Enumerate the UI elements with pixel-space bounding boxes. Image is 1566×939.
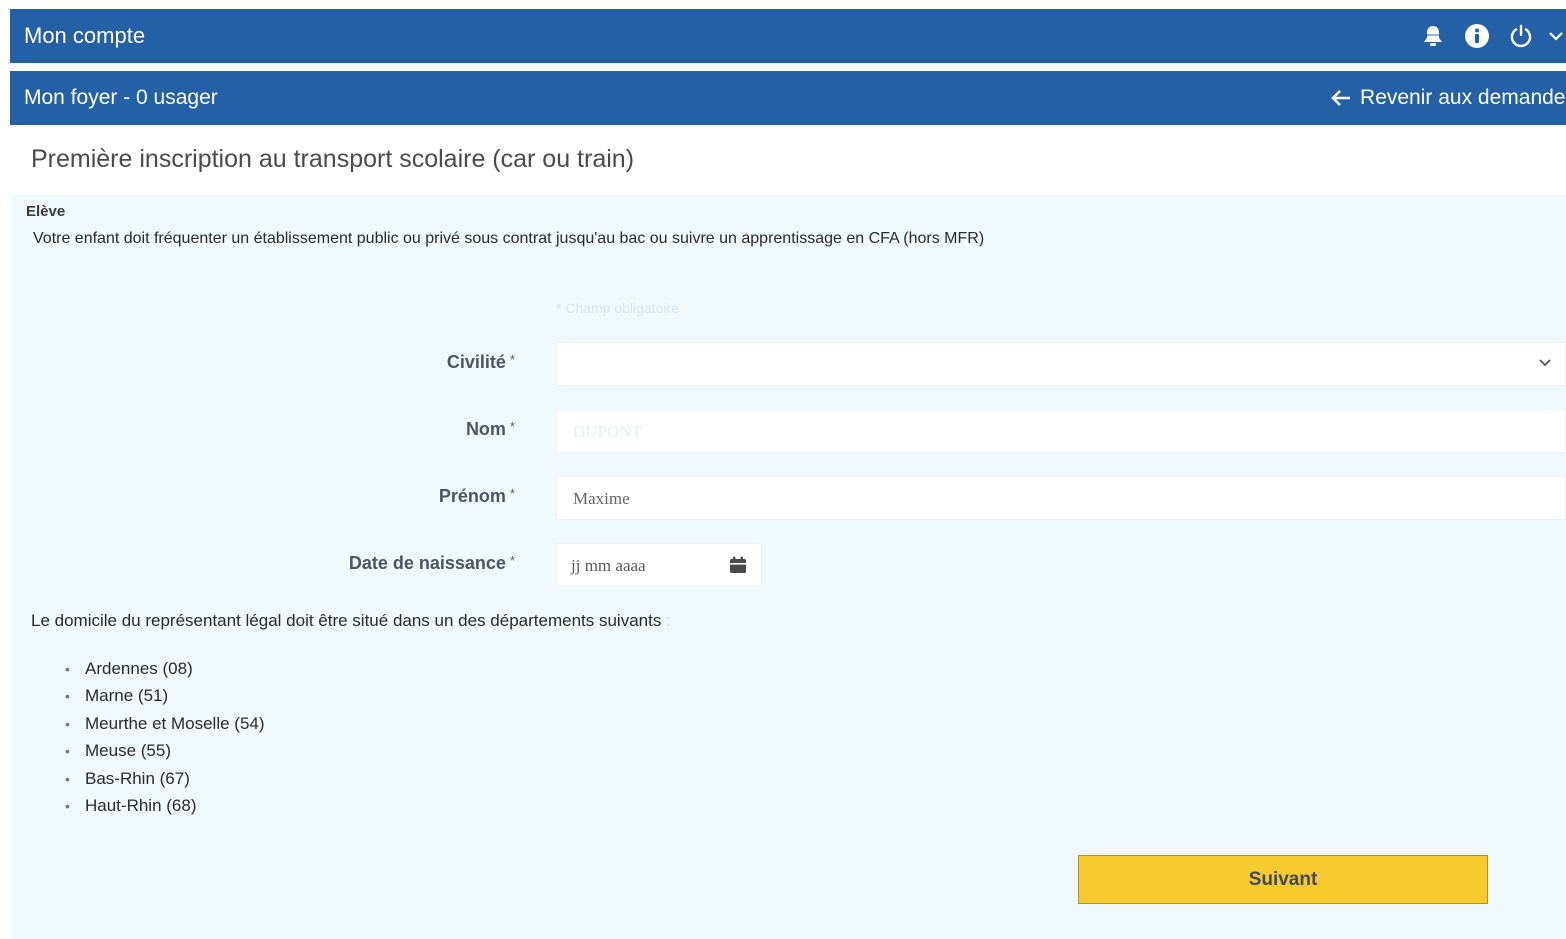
household-title: Mon foyer - 0 usager [24, 86, 218, 109]
birthdate-label-text: Date de naissance [348, 553, 506, 573]
domicile-text: Le domicile du représentant légal doit ê… [31, 611, 671, 631]
required-star: * [509, 419, 515, 434]
info-icon[interactable] [1462, 21, 1492, 51]
list-item: Meurthe et Moselle (54) [65, 712, 265, 739]
nom-placeholder: DUPONT [573, 422, 642, 441]
prenom-placeholder: Maxime [573, 489, 630, 508]
birthdate-label: Date de naissance * [349, 553, 515, 574]
civilite-label-text: Civilité [446, 352, 506, 372]
required-note: * Champ obligatoire [556, 300, 679, 316]
header-icons [1404, 21, 1566, 51]
list-item: Bas-Rhin (67) [65, 767, 265, 794]
birthdate-input[interactable]: jj mm aaaa [556, 543, 762, 587]
header-title: Mon compte [24, 23, 146, 48]
top-header: Mon compte [10, 9, 1566, 63]
prenom-label: Prénom * [439, 486, 515, 507]
civilite-select[interactable] [556, 342, 1566, 386]
prenom-input[interactable]: Maxime [556, 476, 1566, 520]
list-item: Marne (51) [65, 684, 265, 711]
back-to-requests-link[interactable]: Revenir aux demandes [1330, 86, 1566, 110]
bell-icon[interactable] [1418, 21, 1448, 51]
next-button[interactable]: Suivant [1078, 855, 1488, 904]
section-intro: Votre enfant doit fréquenter un établiss… [33, 230, 985, 247]
section-label: Elève [26, 203, 66, 220]
birthdate-placeholder: jj mm aaaa [571, 556, 646, 575]
department-list: Ardennes (08) Marne (51) Meurthe et Mose… [65, 657, 265, 821]
required-star: * [509, 553, 515, 568]
domicile-colon: : [666, 611, 671, 630]
form-area [12, 195, 1566, 939]
arrow-left-icon [1331, 90, 1351, 106]
page-title: Première inscription au transport scolai… [31, 145, 635, 173]
domicile-sentence: Le domicile du représentant légal doit ê… [31, 611, 662, 630]
nom-label-text: Nom [465, 419, 506, 439]
required-star: * [509, 352, 515, 367]
calendar-icon[interactable] [729, 556, 747, 574]
nom-input[interactable]: DUPONT [556, 409, 1566, 453]
required-star: * [509, 486, 515, 501]
chevron-down-icon[interactable] [1546, 21, 1566, 51]
power-icon[interactable] [1506, 21, 1536, 51]
nom-label: Nom * [466, 419, 515, 440]
list-item: Ardennes (08) [65, 657, 265, 684]
list-item: Haut-Rhin (68) [65, 794, 265, 821]
list-item: Meuse (55) [65, 739, 265, 766]
prenom-label-text: Prénom [438, 486, 506, 506]
civilite-label: Civilité * [447, 352, 515, 373]
back-label: Revenir aux demandes [1360, 86, 1566, 109]
household-bar: Mon foyer - 0 usager Revenir aux demande… [10, 71, 1566, 125]
chevron-down-icon [1539, 359, 1551, 367]
